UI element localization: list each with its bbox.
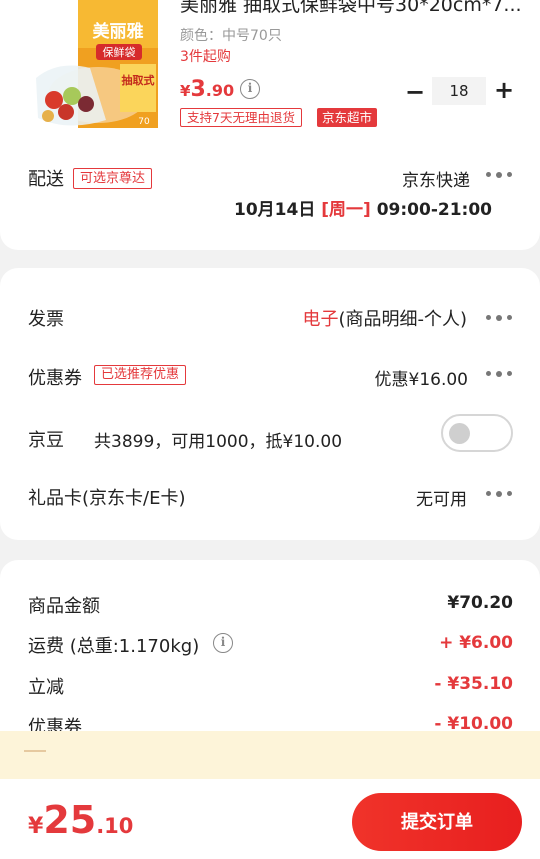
submit-order-button[interactable]: 提交订单 (352, 793, 522, 851)
quantity-increase-button[interactable]: + (493, 76, 515, 104)
invoice-label: 发票 (28, 309, 64, 330)
invoice-value[interactable]: 电子(商品明细-个人) (302, 305, 467, 331)
jingdou-toggle[interactable] (441, 414, 513, 452)
product-price: ¥3.90 (180, 77, 234, 102)
delivery-time-range: 09:00-21:00 (376, 200, 492, 220)
coupon-label: 优惠券 (28, 368, 82, 389)
total-currency: ¥ (28, 814, 44, 839)
invoice-type: 电子 (302, 309, 339, 330)
goods-amount-value: ¥70.20 (447, 593, 513, 613)
total-decimal: .10 (96, 814, 134, 838)
delivery-more-icon[interactable] (485, 170, 515, 180)
price-decimal: .90 (205, 81, 235, 100)
product-thumbnail[interactable]: 美丽雅 保鲜袋 抽取式 70 (28, 0, 160, 132)
savings-banner (0, 731, 540, 779)
discount-label: 立减 (28, 677, 64, 698)
order-confirm-page: 美丽雅 保鲜袋 抽取式 70 美丽雅 抽取式保鲜袋中号30*20cm*7... … (0, 0, 540, 859)
jd-supermarket-tag: 京东超市 (317, 108, 378, 127)
price-info-icon[interactable]: i (240, 79, 260, 99)
banner-divider (24, 750, 46, 752)
product-spec: 颜色：中号70只 (180, 28, 282, 44)
jingdou-label: 京豆 (28, 430, 64, 451)
min-order-note: 3件起购 (180, 49, 231, 65)
price-integer: 3 (190, 77, 206, 102)
invoice-more-icon[interactable] (485, 313, 515, 323)
jingdou-description: 共3899，可用1000，抵¥10.00 (94, 432, 343, 452)
delivery-carrier[interactable]: 京东快递 (402, 166, 470, 191)
price-currency: ¥ (180, 82, 191, 100)
product-title[interactable]: 美丽雅 抽取式保鲜袋中号30*20cm*7... (180, 0, 530, 17)
giftcard-label: 礼品卡(京东卡/E卡) (28, 488, 186, 509)
package-label-text: 保鲜袋 (103, 45, 136, 59)
discount-value: - ¥35.10 (434, 674, 513, 694)
coupon-more-icon[interactable] (485, 369, 515, 379)
package-brand-text: 美丽雅 (93, 21, 144, 42)
giftcard-more-icon[interactable] (485, 489, 515, 499)
delivery-option-badge[interactable]: 可选京尊达 (73, 168, 153, 189)
quantity-input[interactable]: 18 (432, 77, 486, 105)
product-package-image: 美丽雅 保鲜袋 抽取式 70 (36, 0, 158, 128)
delivery-time[interactable]: 10月14日 [周一] 09:00-21:00 (234, 195, 492, 220)
toggle-knob (449, 423, 470, 444)
invoice-detail: (商品明细-个人) (338, 309, 467, 330)
coupon-recommend-badge: 已选推荐优惠 (94, 365, 187, 385)
delivery-weekday: [周一] (321, 200, 371, 220)
shipping-info-icon[interactable]: i (213, 633, 233, 653)
package-count-text: 70 (138, 117, 150, 127)
quantity-decrease-button[interactable]: − (404, 78, 426, 106)
delivery-date: 10月14日 (234, 200, 316, 220)
coupon-value[interactable]: 优惠¥16.00 (375, 365, 468, 390)
total-integer: 25 (43, 798, 97, 842)
delivery-label: 配送 (28, 169, 64, 190)
total-price: ¥25.10 (28, 798, 133, 842)
shipping-value: + ¥6.00 (439, 633, 513, 653)
package-type-text: 抽取式 (122, 73, 155, 87)
return-policy-tag: 支持7天无理由退货 (180, 108, 302, 127)
shipping-label: 运费 (总重:1.170kg) (28, 636, 200, 657)
giftcard-value[interactable]: 无可用 (416, 485, 467, 510)
goods-amount-label: 商品金额 (28, 596, 100, 617)
